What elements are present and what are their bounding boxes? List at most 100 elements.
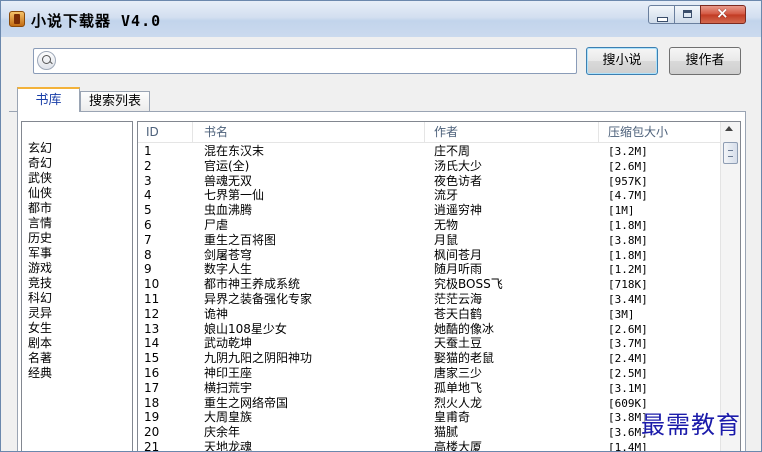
table-row[interactable]: 1 混在东汉末 庄不周 [3.2M]	[138, 144, 718, 159]
cell-id: 13	[144, 321, 160, 336]
cell-title: 虫血沸腾	[204, 203, 253, 218]
category-item[interactable]: 仙侠	[28, 186, 52, 201]
cell-size: [3.1M]	[608, 381, 648, 395]
table-row[interactable]: 7 重生之百将图 月鼠 [3.8M]	[138, 233, 718, 248]
table-row[interactable]: 19 大周皇族 皇甫奇 [3.8M]	[138, 410, 718, 425]
table-row[interactable]: 5 虫血沸腾 逍遥穷神 [1M]	[138, 203, 718, 218]
search-input[interactable]	[33, 48, 577, 74]
category-item[interactable]: 名著	[28, 351, 52, 366]
close-button[interactable]: ×	[700, 4, 746, 24]
table-row[interactable]: 2 官运(全) 汤氏大少 [2.6M]	[138, 159, 718, 174]
cell-author: 无物	[434, 218, 459, 232]
table-row[interactable]: 15 九阴九阳之阴阳神功 娶猫的老鼠 [2.4M]	[138, 351, 718, 366]
cell-id: 4	[144, 188, 152, 203]
cell-id: 8	[144, 247, 152, 262]
scroll-up-arrow-icon[interactable]	[725, 126, 733, 131]
book-app-icon	[9, 11, 25, 27]
table-row[interactable]: 14 武动乾坤 天蚕土豆 [3.7M]	[138, 336, 718, 351]
cell-size: [1.4M]	[608, 441, 648, 452]
cell-id: 12	[144, 306, 160, 321]
title-bar[interactable]: 小说下载器 V4.0 ×	[1, 1, 761, 37]
cell-title: 兽魂无双	[204, 173, 253, 188]
table-row[interactable]: 6 尸虐 无物 [1.8M]	[138, 218, 718, 233]
cell-id: 20	[144, 425, 160, 440]
column-header-size[interactable]: 压缩包大小	[608, 124, 668, 140]
scroll-thumb[interactable]	[723, 142, 738, 164]
category-item[interactable]: 剧本	[28, 336, 52, 351]
column-header-id[interactable]: ID	[146, 124, 159, 140]
cell-title: 神印王座	[204, 366, 253, 380]
cell-id: 3	[144, 173, 152, 188]
table-row[interactable]: 11 异界之装备强化专家 茫茫云海 [3.4M]	[138, 292, 718, 307]
table-row[interactable]: 10 都市神王养成系统 究极BOSS飞 [718K]	[138, 277, 718, 292]
cell-author: 逍遥穷神	[434, 203, 483, 218]
category-item[interactable]: 科幻	[28, 291, 52, 306]
category-item[interactable]: 玄幻	[28, 141, 52, 156]
table-row[interactable]: 20 庆余年 猫腻 [3.6M]	[138, 425, 718, 440]
category-item[interactable]: 经典	[28, 366, 52, 381]
cell-size: [2.4M]	[608, 352, 648, 366]
column-header-title[interactable]: 书名	[204, 124, 228, 140]
category-item[interactable]: 游戏	[28, 261, 52, 276]
table-row[interactable]: 3 兽魂无双 夜色访者 [957K]	[138, 174, 718, 189]
cell-id: 21	[144, 440, 160, 452]
book-table[interactable]: ID 书名 作者 压缩包大小 1 混在东汉末 庄不周 [3.2M] 2 官运(全) 汤氏大少…	[137, 121, 741, 452]
maximize-icon	[683, 10, 692, 18]
table-row[interactable]: 4 七界第一仙 流牙 [4.7M]	[138, 188, 718, 203]
column-divider[interactable]	[424, 122, 425, 142]
cell-id: 15	[144, 351, 160, 366]
minimize-icon	[657, 17, 668, 22]
table-row[interactable]: 17 横扫荒宇 孤单地飞 [3.1M]	[138, 381, 718, 396]
cell-author: 皇甫奇	[434, 410, 471, 425]
cell-id: 1	[144, 144, 152, 158]
cell-author: 猫腻	[434, 425, 459, 440]
tab-strip: 书库 搜索列表	[9, 87, 754, 112]
cell-id: 14	[144, 336, 160, 351]
cell-author: 她酷的像冰	[434, 321, 495, 336]
minimize-button[interactable]	[648, 5, 675, 24]
column-divider[interactable]	[192, 122, 193, 142]
category-item[interactable]: 女生	[28, 321, 52, 336]
category-item[interactable]: 历史	[28, 231, 52, 246]
column-divider[interactable]	[598, 122, 599, 142]
search-icon[interactable]	[37, 51, 56, 70]
app-window: 小说下载器 V4.0 × 搜小说 搜作者 书库 搜索列表 玄幻 奇幻 武侠 仙侠 都市言…	[0, 0, 762, 452]
cell-author: 唐家三少	[434, 366, 483, 380]
table-row[interactable]: 9 数字人生 随月听雨 [1.2M]	[138, 262, 718, 277]
cell-title: 异界之装备强化专家	[204, 292, 313, 306]
cell-title: 庆余年	[204, 425, 241, 440]
table-row[interactable]: 13 娘山108星少女 她酷的像冰 [2.6M]	[138, 322, 718, 337]
cell-size: [1.2M]	[608, 263, 648, 277]
category-item[interactable]: 言情	[28, 216, 52, 231]
table-row[interactable]: 16 神印王座 唐家三少 [2.5M]	[138, 366, 718, 381]
category-list[interactable]: 玄幻 奇幻 武侠 仙侠 都市 言情 历史 军事 游戏 竞技 科幻 灵异 女生 剧本 名著 经典	[21, 121, 133, 451]
search-author-button[interactable]: 搜作者	[669, 47, 741, 75]
category-item[interactable]: 灵异	[28, 306, 52, 321]
watermark-text: 最需教育	[641, 411, 741, 439]
cell-id: 11	[144, 292, 160, 306]
tab-search-list[interactable]: 搜索列表	[80, 91, 150, 111]
tab-library[interactable]: 书库	[17, 87, 80, 112]
maximize-button[interactable]	[674, 5, 701, 24]
table-row[interactable]: 18 重生之网络帝国 烈火人龙 [609K]	[138, 396, 718, 411]
category-item[interactable]: 都市	[28, 201, 52, 216]
search-novel-button[interactable]: 搜小说	[586, 47, 658, 75]
table-row[interactable]: 21 天地龙魂 高楼大厦 [1.4M]	[138, 440, 718, 452]
table-row[interactable]: 12 诡神 苍天白鹤 [3M]	[138, 307, 718, 322]
cell-title: 横扫荒宇	[204, 380, 253, 395]
category-item[interactable]: 奇幻	[28, 156, 52, 171]
cell-title: 武动乾坤	[204, 336, 253, 351]
cell-title: 都市神王养成系统	[204, 277, 301, 292]
cell-title: 重生之网络帝国	[204, 395, 289, 410]
table-row[interactable]: 8 剑屠苍穹 枫间苍月 [1.8M]	[138, 248, 718, 263]
cell-title: 尸虐	[204, 218, 229, 232]
category-item[interactable]: 武侠	[28, 171, 52, 186]
cell-size: [2.6M]	[608, 322, 648, 336]
vertical-scrollbar[interactable]	[720, 122, 740, 451]
category-item[interactable]: 竞技	[28, 276, 52, 291]
cell-id: 10	[144, 277, 160, 292]
column-header-author[interactable]: 作者	[434, 124, 458, 140]
category-item[interactable]: 军事	[28, 246, 52, 261]
cell-author: 高楼大厦	[434, 440, 483, 452]
cell-size: [3M]	[608, 307, 635, 321]
